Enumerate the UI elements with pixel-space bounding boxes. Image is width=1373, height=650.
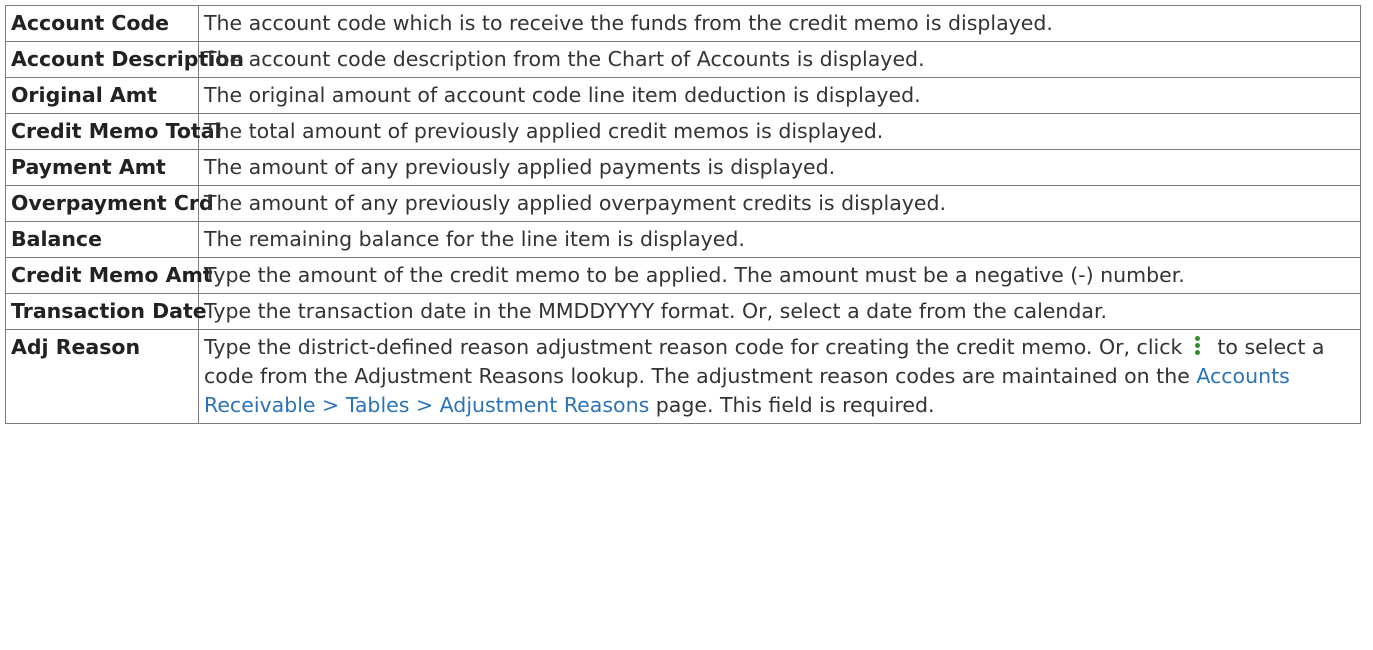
field-name: Original Amt	[5, 77, 199, 114]
field-description: The total amount of previously applied c…	[198, 113, 1361, 150]
field-description: The original amount of account code line…	[198, 77, 1361, 114]
field-description: The account code description from the Ch…	[198, 41, 1361, 78]
field-description-table: Account Code The account code which is t…	[5, 5, 1361, 424]
field-name: Payment Amt	[5, 149, 199, 186]
field-name: Adj Reason	[5, 329, 199, 424]
table-row: Account Description The account code des…	[5, 41, 1361, 78]
field-name: Account Code	[5, 5, 199, 42]
table-row: Transaction Date Type the transaction da…	[5, 293, 1361, 330]
field-name: Balance	[5, 221, 199, 258]
table-row: Credit Memo Total The total amount of pr…	[5, 113, 1361, 150]
field-name: Credit Memo Amt	[5, 257, 213, 294]
field-description: The account code which is to receive the…	[198, 5, 1361, 42]
table-row: Balance The remaining balance for the li…	[5, 221, 1361, 258]
table-row: Account Code The account code which is t…	[5, 5, 1361, 42]
field-name: Overpayment Crd	[5, 185, 214, 222]
field-name: Transaction Date	[5, 293, 207, 330]
table-row: Original Amt The original amount of acco…	[5, 77, 1361, 114]
description-text-after-link: page. This field is required.	[655, 393, 935, 417]
description-text-before-icon: Type the district-defined reason adjustm…	[204, 335, 1183, 359]
field-description: Type the amount of the credit memo to be…	[198, 257, 1361, 294]
field-description: Type the district-defined reason adjustm…	[198, 329, 1361, 424]
field-name: Account Description	[5, 41, 244, 78]
field-description: The amount of any previously applied ove…	[198, 185, 1361, 222]
field-description: Type the transaction date in the MMDDYYY…	[198, 293, 1361, 330]
table-row: Overpayment Crd The amount of any previo…	[5, 185, 1361, 222]
table-row: Payment Amt The amount of any previously…	[5, 149, 1361, 186]
kebab-menu-icon	[1188, 335, 1208, 355]
table-row-adj-reason: Adj Reason Type the district-defined rea…	[5, 329, 1361, 424]
field-name: Credit Memo Total	[5, 113, 222, 150]
field-description: The remaining balance for the line item …	[198, 221, 1361, 258]
table-row: Credit Memo Amt Type the amount of the c…	[5, 257, 1361, 294]
field-description: The amount of any previously applied pay…	[198, 149, 1361, 186]
